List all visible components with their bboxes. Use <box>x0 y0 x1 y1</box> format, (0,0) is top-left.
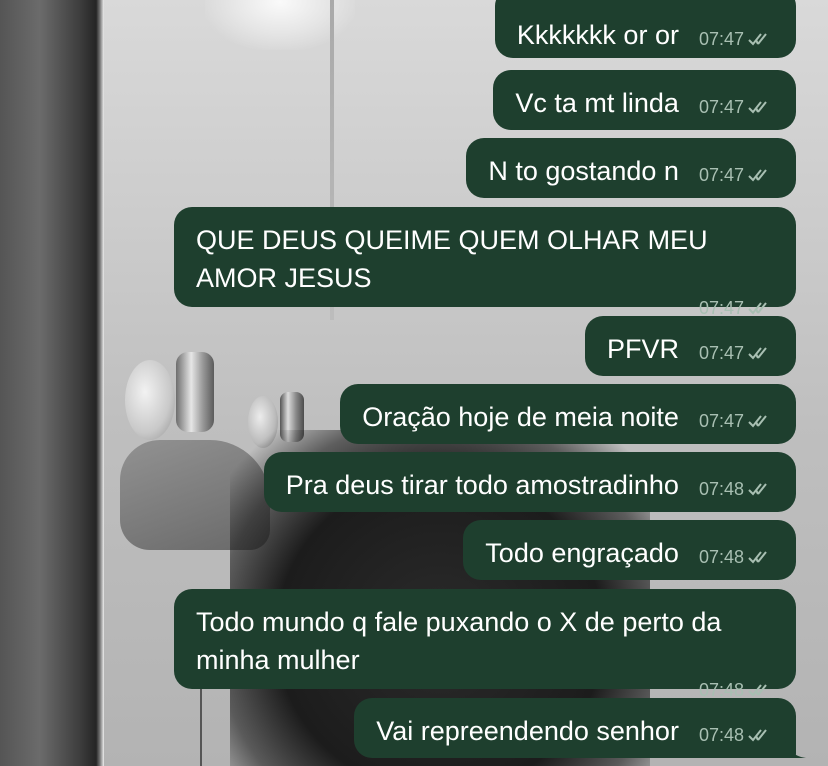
message-bubble[interactable]: Kkkkkkk or or 07:47 <box>494 0 796 58</box>
message-time: 07:48 <box>698 725 744 745</box>
message-time: 07:48 <box>698 479 744 499</box>
message-text: Vai repreendendo senhor <box>376 716 679 746</box>
message-meta: 07:47 <box>699 30 774 48</box>
message-text: QUE DEUS QUEIME QUEM OLHAR MEU AMOR JESU… <box>196 225 714 293</box>
message-bubble[interactable]: Todo engraçado 07:48 <box>463 520 796 580</box>
message-bubble[interactable]: N to gostando n 07:47 <box>466 138 796 198</box>
message-meta: 07:47 <box>216 299 774 317</box>
double-check-icon <box>748 728 774 742</box>
message-meta: 07:48 <box>216 681 774 699</box>
message-bubble[interactable]: QUE DEUS QUEIME QUEM OLHAR MEU AMOR JESU… <box>174 207 796 317</box>
message-time: 07:48 <box>698 680 744 700</box>
message-time: 07:47 <box>698 298 744 318</box>
double-check-icon <box>748 301 774 315</box>
message-meta: 07:47 <box>699 412 774 430</box>
message-text: Todo engraçado <box>485 538 679 568</box>
double-check-icon <box>748 414 774 428</box>
message-meta: 07:47 <box>699 98 774 116</box>
message-text: PFVR <box>606 334 679 364</box>
message-text: N to gostando n <box>488 156 679 186</box>
message-text: Todo mundo q fale puxando o X de perto d… <box>196 607 729 675</box>
message-text: Kkkkkkk or or <box>516 20 679 50</box>
message-bubble[interactable]: Vai repreendendo senhor 07:48 <box>354 698 806 758</box>
message-meta: 07:48 <box>699 548 774 566</box>
message-time: 07:47 <box>698 97 744 117</box>
double-check-icon <box>748 346 774 360</box>
double-check-icon <box>748 32 774 46</box>
message-meta: 07:48 <box>699 480 774 498</box>
bubble-tail-icon <box>784 736 806 758</box>
message-bubble[interactable]: Pra deus tirar todo amostradinho 07:48 <box>263 452 796 512</box>
message-text: Vc ta mt linda <box>515 88 679 118</box>
message-meta: 07:48 <box>699 726 774 744</box>
message-list[interactable]: Kkkkkkk or or 07:47 Vc ta mt linda 07:47… <box>0 0 828 766</box>
message-text: Oração hoje de meia noite <box>362 402 679 432</box>
double-check-icon <box>748 100 774 114</box>
double-check-icon <box>748 550 774 564</box>
double-check-icon <box>748 683 774 697</box>
message-time: 07:47 <box>698 29 744 49</box>
message-bubble[interactable]: Vc ta mt linda 07:47 <box>493 70 796 130</box>
double-check-icon <box>748 482 774 496</box>
message-meta: 07:47 <box>699 344 774 362</box>
double-check-icon <box>748 168 774 182</box>
message-time: 07:47 <box>698 343 744 363</box>
message-bubble[interactable]: Todo mundo q fale puxando o X de perto d… <box>174 589 796 699</box>
message-time: 07:47 <box>698 165 744 185</box>
message-bubble[interactable]: PFVR 07:47 <box>584 316 796 376</box>
message-time: 07:47 <box>698 411 744 431</box>
message-bubble[interactable]: Oração hoje de meia noite 07:47 <box>340 384 796 444</box>
message-meta: 07:47 <box>699 166 774 184</box>
message-text: Pra deus tirar todo amostradinho <box>285 470 679 500</box>
message-time: 07:48 <box>698 547 744 567</box>
